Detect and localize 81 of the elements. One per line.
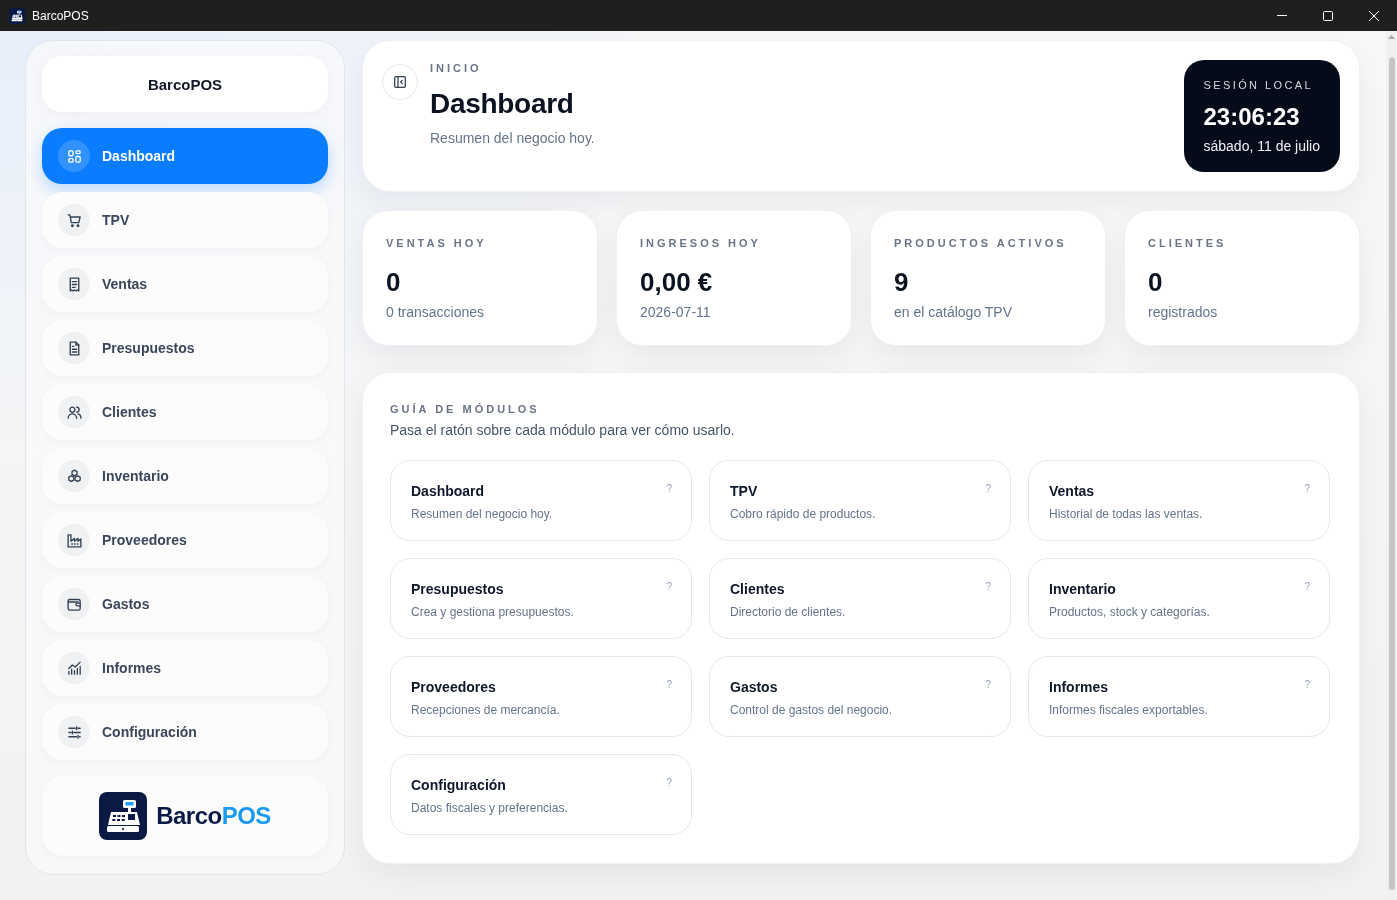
- help-hint: ?: [1304, 483, 1310, 495]
- module-description: Resumen del negocio hoy.: [411, 506, 553, 522]
- nav-item[interactable]: Proveedores: [42, 512, 328, 568]
- stat-value: 0: [1148, 267, 1163, 297]
- module-description: Cobro rápido de productos.: [730, 506, 876, 522]
- users-icon: [58, 396, 90, 428]
- logo-wordmark: BarcoPOS: [156, 802, 271, 830]
- module-description: Productos, stock y categorías.: [1049, 604, 1210, 620]
- cart-icon: [58, 204, 90, 236]
- module-title: Dashboard: [411, 482, 485, 500]
- session-time: 23:06:23: [1203, 103, 1300, 131]
- factory-icon: [58, 524, 90, 556]
- module-description: Directorio de clientes.: [730, 604, 846, 620]
- nav-item[interactable]: Presupuestos: [42, 320, 328, 376]
- maximize-icon: [1323, 10, 1333, 21]
- brand-title: BarcoPOS: [147, 75, 223, 93]
- nav-item[interactable]: Clientes: [42, 384, 328, 440]
- cubes-icon: [58, 460, 90, 492]
- session-label: SESIÓN LOCAL: [1203, 78, 1313, 92]
- cash-register-icon: [99, 792, 148, 840]
- wallet-icon: [58, 588, 90, 620]
- help-hint: ?: [985, 483, 991, 495]
- nav-item[interactable]: Inventario: [42, 448, 328, 504]
- grid-icon: [58, 140, 90, 172]
- module-description: Informes fiscales exportables.: [1049, 702, 1208, 718]
- nav-item[interactable]: Configuración: [42, 704, 328, 760]
- nav-item[interactable]: Informes: [42, 640, 328, 696]
- help-hint: ?: [1304, 581, 1310, 593]
- module-description: Recepciones de mercancía.: [411, 702, 560, 718]
- module-title: TPV: [730, 482, 758, 500]
- document-icon: [58, 332, 90, 364]
- page-title: Dashboard: [430, 87, 574, 121]
- sliders-icon: [58, 716, 90, 748]
- module-title: Informes: [1049, 678, 1109, 696]
- stat-label: CLIENTES: [1148, 236, 1227, 250]
- stat-value: 0,00 €: [640, 267, 713, 297]
- receipt-icon: [58, 268, 90, 300]
- section-title: GUÍA DE MÓDULOS: [390, 402, 540, 416]
- stat-note: 2026-07-11: [640, 303, 711, 321]
- stat-label: PRODUCTOS ACTIVOS: [894, 236, 1067, 250]
- module-title: Gastos: [730, 678, 778, 696]
- nav-item[interactable]: Dashboard: [42, 128, 328, 184]
- module-title: Clientes: [730, 580, 785, 598]
- stat-value: 9: [894, 267, 909, 297]
- nav-item[interactable]: Gastos: [42, 576, 328, 632]
- scroll-up-arrow-icon[interactable]: [1388, 35, 1395, 39]
- help-hint: ?: [985, 581, 991, 593]
- section-subtitle: Pasa el ratón sobre cada módulo para ver cómo usarlo.: [390, 421, 735, 439]
- panel-collapse-icon: [392, 74, 408, 90]
- help-hint: ?: [985, 679, 991, 691]
- module-title: Inventario: [1049, 580, 1116, 598]
- nav-item[interactable]: TPV: [42, 192, 328, 248]
- sidebar-toggle-button[interactable]: [382, 64, 418, 100]
- stat-value: 0: [386, 267, 401, 297]
- help-hint: ?: [666, 581, 672, 593]
- close-icon: [1369, 10, 1379, 21]
- help-hint: ?: [666, 679, 672, 691]
- page-subtitle: Resumen del negocio hoy.: [430, 129, 595, 147]
- module-title: Ventas: [1049, 482, 1095, 500]
- window-title: BarcoPOS: [32, 8, 89, 23]
- stat-note: en el catálogo TPV: [894, 303, 1013, 321]
- stat-label: INGRESOS HOY: [640, 236, 761, 250]
- module-description: Crea y gestiona presupuestos.: [411, 604, 574, 620]
- cash-register-icon: [9, 7, 25, 24]
- session-date: sábado, 11 de julio: [1203, 137, 1320, 155]
- module-title: Configuración: [411, 776, 506, 794]
- help-hint: ?: [666, 777, 672, 789]
- stat-note: 0 transacciones: [386, 303, 485, 321]
- help-hint: ?: [666, 483, 672, 495]
- stat-note: registrados: [1148, 303, 1218, 321]
- module-description: Datos fiscales y preferencias.: [411, 800, 568, 816]
- module-title: Presupuestos: [411, 580, 504, 598]
- module-description: Historial de todas las ventas.: [1049, 506, 1203, 522]
- bar-chart-icon: [58, 652, 90, 684]
- minimize-icon: [1277, 15, 1287, 16]
- page-eyebrow: INICIO: [430, 61, 482, 75]
- module-description: Control de gastos del negocio.: [730, 702, 893, 718]
- stat-label: VENTAS HOY: [386, 236, 487, 250]
- nav-item[interactable]: Ventas: [42, 256, 328, 312]
- help-hint: ?: [1304, 679, 1310, 691]
- module-title: Proveedores: [411, 678, 496, 696]
